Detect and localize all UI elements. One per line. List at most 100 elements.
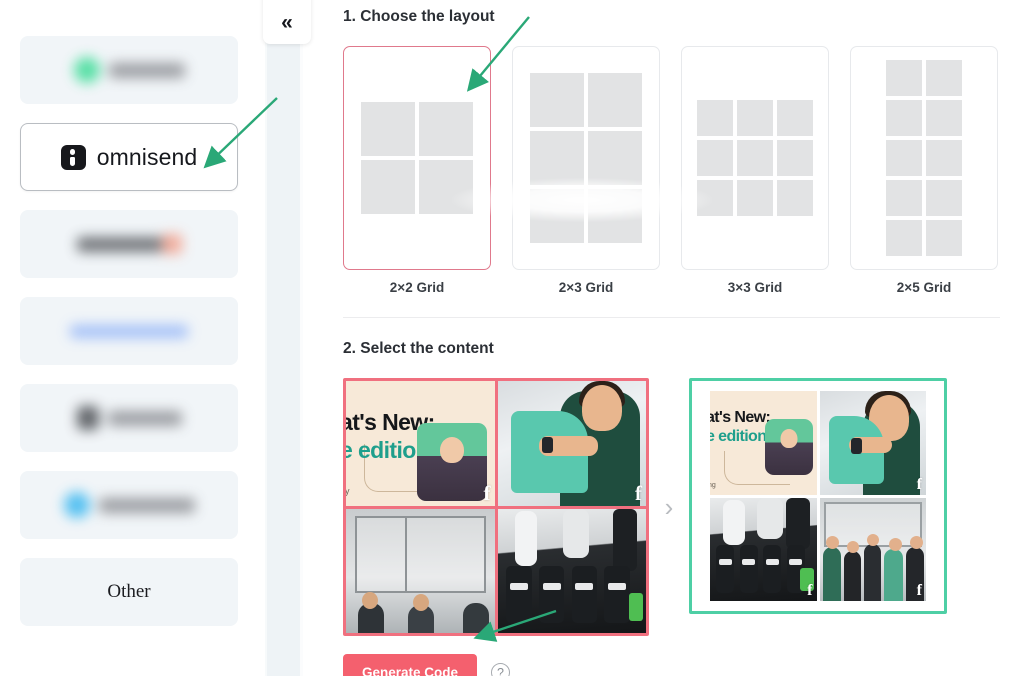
grid-cell <box>361 102 415 156</box>
grid-cell <box>777 140 813 176</box>
brand-name-placeholder <box>107 410 182 426</box>
tile-portrait <box>416 423 487 501</box>
photo-bag <box>763 545 782 593</box>
content-preview-box[interactable]: at's New: e edition ng <box>689 378 947 614</box>
sidebar-item-brand-5[interactable] <box>20 384 238 452</box>
grid-cell <box>737 180 773 216</box>
layout-card-2x5[interactable] <box>850 46 998 270</box>
collapse-sidebar-button[interactable]: « <box>263 0 311 44</box>
omnisend-logo-icon <box>60 144 86 170</box>
other-label: Other <box>107 581 151 602</box>
portrait-face <box>439 437 464 463</box>
photo-bag <box>739 545 758 593</box>
photo-object <box>515 510 538 566</box>
layout-label-2x2: 2×2 Grid <box>389 280 445 295</box>
grid-cell <box>588 189 642 243</box>
content-tile-office[interactable] <box>346 508 495 633</box>
brand-dot-icon <box>73 57 100 83</box>
photo-object <box>786 497 811 550</box>
brand-dot-icon <box>63 492 90 518</box>
photo-bag-tag <box>509 582 529 590</box>
step-2-title: 2. Select the content <box>343 340 494 357</box>
photo-glass-wall <box>354 515 486 594</box>
layout-option-2x5[interactable]: 2×5 Grid <box>850 46 998 295</box>
sidebar-item-omnisend[interactable]: omnisend <box>20 123 238 191</box>
panel-scroll-strip[interactable] <box>267 0 300 676</box>
layout-card-2x3[interactable] <box>512 46 660 270</box>
layout-card-2x2[interactable] <box>343 46 491 270</box>
grid-cell <box>777 180 813 216</box>
facebook-icon: f <box>807 582 813 599</box>
grid-cell <box>886 60 922 96</box>
photo-person <box>462 603 489 633</box>
preview-tile-whats-new: at's New: e edition ng <box>710 391 817 495</box>
photo-person-head <box>412 594 429 611</box>
grid-cell <box>697 100 733 136</box>
help-icon[interactable]: ? <box>491 663 511 676</box>
photo-object <box>562 508 589 559</box>
grid-cell <box>697 140 733 176</box>
photo-object <box>613 508 638 571</box>
photo-person-head <box>825 536 839 550</box>
layout-option-2x3[interactable]: 2×3 Grid <box>512 46 660 295</box>
layout-preview-grid <box>530 73 642 243</box>
content-tile-whats-new[interactable]: at's New: e edition ry f <box>346 381 495 506</box>
photo-bag <box>571 565 597 624</box>
content-transfer-separator: › <box>649 378 689 636</box>
brand-name-placeholder <box>70 324 188 338</box>
grid-cell <box>737 100 773 136</box>
content-selection-area: at's New: e edition ry f f <box>343 378 1000 636</box>
grid-cell <box>886 140 922 176</box>
preview-tile-shirt: f <box>819 391 926 495</box>
brand-logo-placeholder <box>63 492 195 518</box>
grid-cell <box>588 73 642 127</box>
sidebar-item-brand-4[interactable] <box>20 297 238 365</box>
portrait-face <box>780 429 797 448</box>
grid-cell <box>886 100 922 136</box>
layout-label-3x3: 3×3 Grid <box>727 280 783 295</box>
step-1-title: 1. Choose the layout <box>343 8 495 25</box>
chevron-right-icon: › <box>664 491 674 522</box>
layout-option-2x2[interactable]: 2×2 Grid <box>343 46 491 295</box>
sidebar-item-other[interactable]: Other <box>20 558 238 626</box>
photo-object <box>722 499 745 546</box>
photo-object <box>756 497 783 539</box>
layout-option-3x3[interactable]: 3×3 Grid <box>681 46 829 295</box>
facebook-icon: f <box>916 582 922 599</box>
layout-card-3x3[interactable] <box>681 46 829 270</box>
grid-cell <box>588 131 642 185</box>
brand-logo-placeholder <box>70 324 188 338</box>
photo-watch <box>851 437 863 454</box>
photo-person-head <box>910 536 924 550</box>
grid-cell <box>926 60 962 96</box>
sidebar-item-brand-1[interactable] <box>20 36 238 104</box>
brand-sidebar: omnisend Other <box>0 0 258 676</box>
grid-cell <box>886 220 922 256</box>
sidebar-item-brand-3[interactable] <box>20 210 238 278</box>
grid-cell <box>926 180 962 216</box>
sidebar-item-brand-6[interactable] <box>20 471 238 539</box>
photo-person <box>884 549 903 601</box>
tile-portrait <box>764 419 813 475</box>
photo-person <box>843 551 862 601</box>
omnisend-row: omnisend <box>60 143 198 171</box>
tile-headline-2: e edition <box>710 428 767 445</box>
grid-cell <box>777 100 813 136</box>
content-tile-shirt[interactable]: f <box>497 381 646 506</box>
photo-glass-mullion <box>405 515 408 594</box>
brand-name-placeholder <box>76 236 165 252</box>
photo-watch <box>542 437 554 454</box>
omnisend-label: omnisend <box>96 143 198 170</box>
brand-name-placeholder <box>108 62 185 78</box>
generate-code-button[interactable]: Generate Code <box>343 654 478 676</box>
photo-person-head <box>888 538 902 552</box>
double-chevron-left-icon: « <box>281 10 293 34</box>
preview-tile-team: f <box>819 497 926 601</box>
grid-cell <box>419 102 473 156</box>
content-source-grid[interactable]: at's New: e edition ry f f <box>343 378 649 636</box>
photo-accent <box>629 593 644 621</box>
grid-cell <box>419 160 473 214</box>
grid-cell <box>886 180 922 216</box>
content-tile-gear[interactable] <box>497 508 646 633</box>
grid-cell <box>926 100 962 136</box>
